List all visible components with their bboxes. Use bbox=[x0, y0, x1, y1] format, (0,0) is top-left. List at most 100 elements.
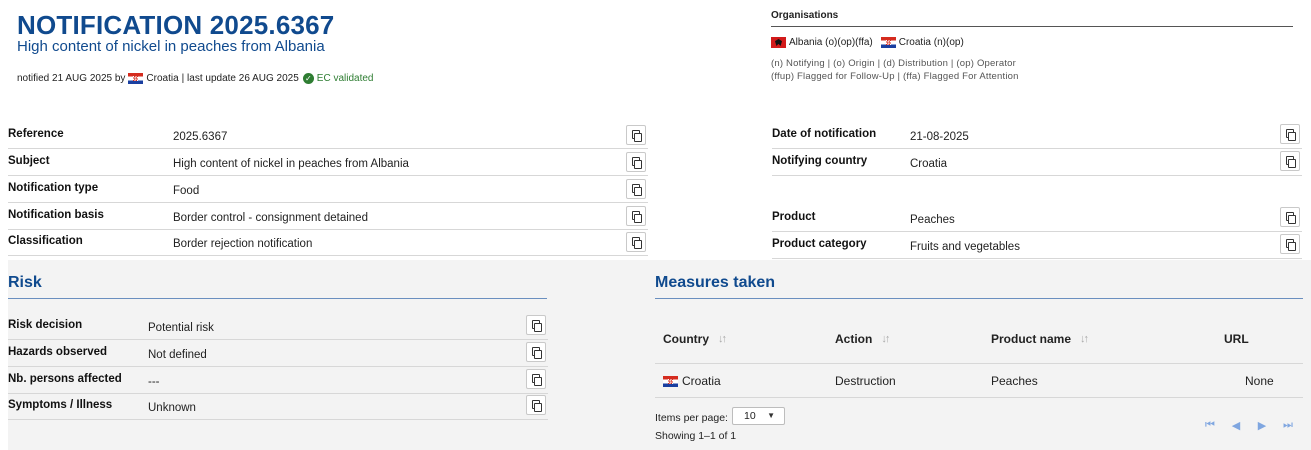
detail-label: Notification type bbox=[8, 182, 99, 194]
last-update: | last update 26 AUG 2025 bbox=[181, 73, 299, 84]
copy-button[interactable] bbox=[626, 152, 646, 172]
page-title: NOTIFICATION 2025.6367 bbox=[17, 10, 335, 40]
last-page-icon[interactable]: ⏭ bbox=[1281, 418, 1295, 432]
sort-icon: ↓↑ bbox=[881, 333, 890, 345]
copy-icon bbox=[531, 320, 542, 332]
organisations-title: Organisations bbox=[771, 10, 1293, 27]
column-header-product-name[interactable]: Product name ↓↑ bbox=[991, 332, 1089, 346]
copy-icon bbox=[631, 237, 642, 249]
detail-value: Border control - consignment detained bbox=[173, 212, 368, 224]
measures-title: Measures taken bbox=[655, 274, 776, 291]
detail-value: Border rejection notification bbox=[173, 238, 313, 250]
legend-line: (n) Notifying | (o) Origin | (d) Distrib… bbox=[771, 58, 1017, 69]
column-label: Country bbox=[663, 332, 709, 346]
detail-row-notification-type: Notification type Food bbox=[8, 177, 648, 203]
risk-row-persons-affected: Nb. persons affected --- bbox=[8, 368, 548, 394]
notification-header: NOTIFICATION 2025.6367 High content of n… bbox=[0, 0, 1311, 110]
detail-label: Classification bbox=[8, 235, 83, 247]
risk-value: Potential risk bbox=[148, 322, 214, 334]
copy-button[interactable] bbox=[626, 206, 646, 226]
sort-icon: ↓↑ bbox=[718, 333, 727, 345]
detail-value: 21-08-2025 bbox=[910, 131, 969, 143]
organisations-panel: Organisations Albania (o)(op)(ffa) Croat… bbox=[771, 10, 1293, 83]
items-per-page-value: 10 bbox=[744, 410, 756, 422]
risk-divider bbox=[8, 298, 547, 299]
check-circle-icon: ✓ bbox=[302, 73, 314, 84]
column-label: Product name bbox=[991, 332, 1072, 346]
organisation-item: Croatia (n)(op) bbox=[898, 37, 964, 48]
table-row-divider bbox=[655, 397, 1303, 398]
copy-button[interactable] bbox=[526, 315, 546, 335]
risk-title: Risk bbox=[8, 274, 42, 291]
copy-button[interactable] bbox=[526, 342, 546, 362]
risk-label: Hazards observed bbox=[8, 346, 108, 358]
detail-value: Food bbox=[173, 185, 200, 197]
validation-label: EC validated bbox=[316, 73, 374, 84]
column-header-country[interactable]: Country ↓↑ bbox=[663, 332, 727, 346]
detail-label: Date of notification bbox=[772, 128, 877, 140]
items-per-page-label: Items per page: bbox=[655, 412, 728, 424]
copy-icon bbox=[631, 130, 642, 142]
copy-icon bbox=[531, 374, 542, 386]
notification-meta: notified 21 AUG 2025 by Croatia | last u… bbox=[17, 73, 374, 84]
copy-icon bbox=[631, 184, 642, 196]
detail-value: Croatia bbox=[910, 158, 948, 170]
page-subtitle: High content of nickel in peaches from A… bbox=[17, 38, 325, 55]
organisation-item: Albania (o)(op)(ffa) bbox=[789, 37, 873, 48]
copy-icon bbox=[1285, 129, 1296, 141]
measure-url-cell: None bbox=[1245, 374, 1274, 388]
risk-row-hazards: Hazards observed Not defined bbox=[8, 341, 548, 367]
copy-button[interactable] bbox=[526, 395, 546, 415]
copy-icon bbox=[1285, 212, 1296, 224]
measure-product-cell: Peaches bbox=[991, 374, 1038, 388]
copy-icon bbox=[1285, 239, 1296, 251]
copy-button[interactable] bbox=[1280, 151, 1300, 171]
measure-action-cell: Destruction bbox=[835, 374, 896, 388]
table-header-divider bbox=[655, 363, 1303, 364]
albania-flag-icon bbox=[771, 37, 786, 48]
risk-label: Nb. persons affected bbox=[8, 373, 122, 385]
copy-button[interactable] bbox=[526, 369, 546, 389]
copy-icon bbox=[531, 347, 542, 359]
risk-row-decision: Risk decision Potential risk bbox=[8, 314, 548, 340]
risk-value: --- bbox=[148, 376, 160, 388]
croatia-flag-icon bbox=[663, 375, 678, 387]
column-label: URL bbox=[1224, 332, 1249, 346]
detail-row-classification: Classification Border rejection notifica… bbox=[8, 230, 648, 256]
copy-button[interactable] bbox=[626, 125, 646, 145]
risk-value: Unknown bbox=[148, 402, 196, 414]
detail-value: Peaches bbox=[910, 214, 955, 226]
detail-row-product-category: Product category Fruits and vegetables bbox=[772, 233, 1302, 259]
copy-button[interactable] bbox=[1280, 234, 1300, 254]
croatia-flag-icon bbox=[880, 37, 896, 48]
detail-value: 2025.6367 bbox=[173, 131, 228, 143]
risk-value: Not defined bbox=[148, 349, 207, 361]
detail-row-notification-basis: Notification basis Border control - cons… bbox=[8, 204, 648, 230]
column-label: Action bbox=[835, 332, 873, 346]
prev-page-icon[interactable]: ◀ bbox=[1229, 418, 1243, 432]
croatia-flag-icon bbox=[128, 73, 144, 84]
detail-row-subject: Subject High content of nickel in peache… bbox=[8, 150, 648, 176]
validation-status: ✓ EC validated bbox=[302, 73, 374, 84]
detail-value: High content of nickel in peaches from A… bbox=[173, 158, 409, 170]
copy-button[interactable] bbox=[626, 179, 646, 199]
organisations-legend: (n) Notifying | (o) Origin | (d) Distrib… bbox=[771, 57, 1293, 83]
risk-label: Risk decision bbox=[8, 319, 83, 331]
copy-button[interactable] bbox=[626, 232, 646, 252]
detail-label: Product bbox=[772, 211, 816, 223]
copy-button[interactable] bbox=[1280, 124, 1300, 144]
copy-icon bbox=[631, 211, 642, 223]
detail-row-reference: Reference 2025.6367 bbox=[8, 123, 648, 149]
next-page-icon[interactable]: ▶ bbox=[1255, 418, 1269, 432]
column-header-action[interactable]: Action ↓↑ bbox=[835, 332, 890, 346]
first-page-icon[interactable]: ⏮ bbox=[1203, 418, 1217, 432]
showing-count: Showing 1–1 of 1 bbox=[655, 430, 737, 442]
organisations-list: Albania (o)(op)(ffa) Croatia (n)(op) bbox=[771, 37, 1293, 48]
lower-panel: Risk Risk decision Potential risk Hazard… bbox=[8, 260, 1311, 450]
detail-row-date-of-notification: Date of notification 21-08-2025 bbox=[772, 123, 1302, 149]
notified-country: Croatia bbox=[146, 73, 179, 84]
copy-button[interactable] bbox=[1280, 207, 1300, 227]
risk-row-symptoms: Symptoms / Illness Unknown bbox=[8, 394, 548, 420]
items-per-page-select[interactable]: 10 ▼ bbox=[732, 407, 785, 425]
detail-value: Fruits and vegetables bbox=[910, 241, 1020, 253]
